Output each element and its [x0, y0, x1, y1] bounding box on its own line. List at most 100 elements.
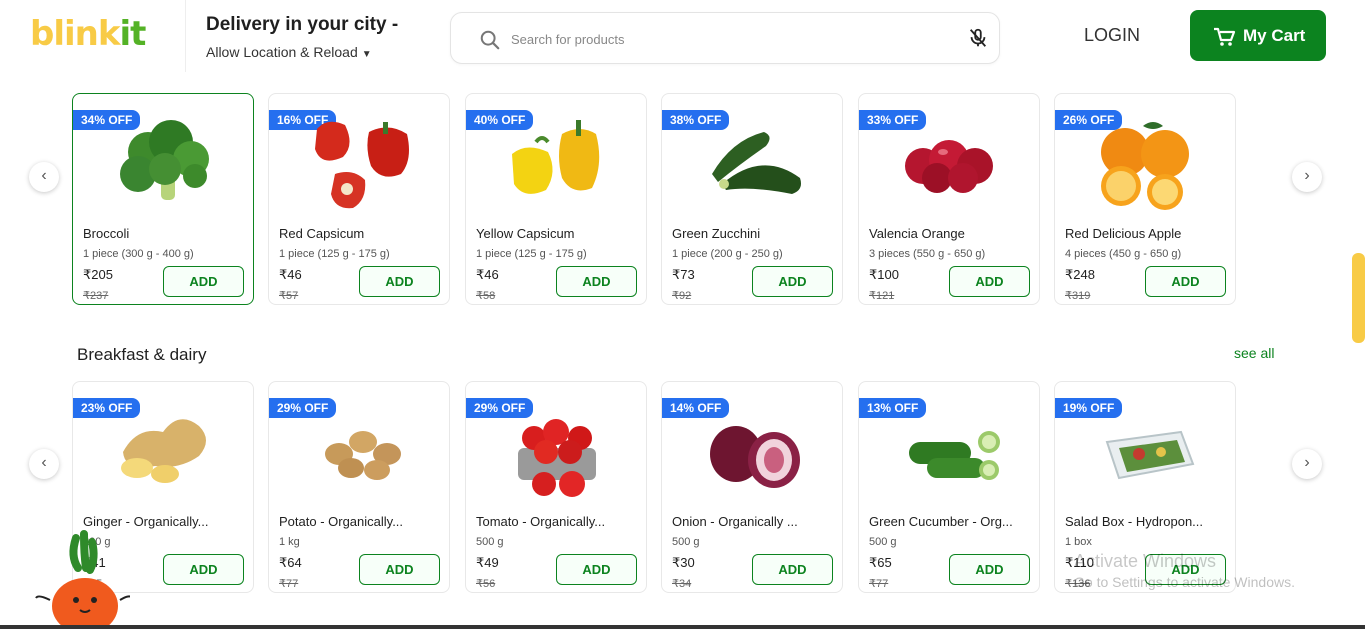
product-name: Green Zucchini — [672, 226, 761, 241]
product-price: ₹205 — [83, 267, 113, 282]
product-name: Valencia Orange — [869, 226, 965, 241]
product-mrp: ₹121 — [869, 290, 895, 302]
location-selector[interactable]: Allow Location & Reload ▼ — [206, 44, 372, 60]
add-button[interactable]: ADD — [1145, 266, 1226, 297]
orange-icon — [1101, 122, 1189, 210]
taskbar-strip — [0, 625, 1365, 629]
product-name: Salad Box - Hydropon... — [1065, 514, 1204, 529]
search-icon — [480, 30, 500, 50]
product-quantity: 1 box — [1065, 536, 1092, 548]
ginger-icon — [121, 419, 206, 483]
product-card[interactable]: 16% OFF Red Capsicum 1 piece (125 g - 17… — [268, 93, 450, 305]
product-price: ₹46 — [476, 267, 499, 282]
logo-part-2: it — [119, 14, 146, 54]
product-card[interactable]: 34% OFF Broccoli 1 piece (300 g - 400 g)… — [72, 93, 254, 305]
product-card[interactable]: 33% OFF Valencia Orange 3 pieces (550 g … — [858, 93, 1040, 305]
product-card[interactable]: 40% OFF Yellow Capsicum 1 piece (125 g -… — [465, 93, 647, 305]
activation-watermark-title: Activate Windows — [1074, 551, 1217, 571]
location-sub-label: Allow Location & Reload — [206, 44, 358, 60]
product-quantity: 1 piece (300 g - 400 g) — [83, 248, 194, 260]
product-mrp: ₹77 — [869, 578, 889, 590]
cart-label: My Cart — [1243, 26, 1306, 45]
page-scrollbar[interactable] — [1352, 253, 1365, 343]
my-cart-button[interactable]: My Cart — [1190, 10, 1326, 61]
product-quantity: 3 pieces (550 g - 650 g) — [869, 248, 986, 260]
product-mrp: ₹58 — [476, 290, 496, 302]
product-name: Onion - Organically ... — [672, 514, 798, 529]
add-button[interactable]: ADD — [359, 266, 440, 297]
apple-icon — [905, 140, 993, 193]
product-mrp: ₹57 — [279, 290, 299, 302]
tomato-icon — [518, 419, 596, 497]
product-price: ₹64 — [279, 555, 302, 570]
add-button[interactable]: ADD — [163, 554, 244, 585]
mic-off-icon[interactable] — [967, 27, 989, 49]
add-button[interactable]: ADD — [752, 266, 833, 297]
product-card[interactable]: 29% OFF Tomato - Organically... 500 g ₹4… — [465, 381, 647, 593]
caret-down-icon: ▼ — [361, 49, 372, 60]
salad-box-icon — [1105, 430, 1195, 480]
product-card[interactable]: 13% OFF Green Cucumber - Org... 500 g ₹6… — [858, 381, 1040, 593]
carousel-prev-button[interactable]: ‹ — [29, 162, 59, 192]
product-price: ₹248 — [1065, 267, 1095, 282]
carrot-mascot-icon[interactable] — [30, 528, 130, 629]
product-quantity: 1 kg — [279, 536, 300, 548]
broccoli-icon — [120, 120, 209, 200]
blinkit-logo[interactable]: blinkit — [30, 14, 146, 54]
product-mrp: ₹34 — [672, 578, 692, 590]
product-price: ₹65 — [869, 555, 892, 570]
carousel-prev-button-2[interactable]: ‹ — [29, 449, 59, 479]
location-title[interactable]: Delivery in your city - — [206, 14, 398, 36]
product-mrp: ₹319 — [1065, 290, 1091, 302]
product-quantity: 1 piece (200 g - 250 g) — [672, 248, 783, 260]
add-button[interactable]: ADD — [556, 266, 637, 297]
product-name: Broccoli — [83, 226, 130, 241]
product-quantity: 1 piece (125 g - 175 g) — [279, 248, 390, 260]
product-card[interactable]: 14% OFF Onion - Organically ... 500 g ₹3… — [661, 381, 843, 593]
yellow-capsicum-icon — [512, 120, 600, 194]
product-carousel-2: 23% OFF Ginger - Organically... 200 g ₹4… — [72, 381, 1242, 593]
activation-watermark-text: Go to Settings to activate Windows. — [1074, 574, 1295, 590]
search-placeholder: Search for products — [511, 32, 625, 47]
product-price: ₹49 — [476, 555, 499, 570]
product-name: Yellow Capsicum — [476, 226, 575, 241]
potato-icon — [325, 431, 401, 480]
section-title-breakfast: Breakfast & dairy — [77, 345, 207, 364]
login-button[interactable]: LOGIN — [1084, 25, 1140, 46]
product-mrp: ₹237 — [83, 290, 109, 302]
logo-part-1: blink — [30, 14, 120, 54]
product-quantity: 500 g — [869, 536, 897, 548]
cart-icon — [1214, 27, 1236, 46]
add-button[interactable]: ADD — [556, 554, 637, 585]
onion-icon — [710, 426, 800, 488]
product-carousel-1: 34% OFF Broccoli 1 piece (300 g - 400 g)… — [72, 93, 1242, 305]
search-bar[interactable]: Search for products — [450, 12, 1000, 64]
product-card[interactable]: 38% OFF Green Zucchini 1 piece (200 g - … — [661, 93, 843, 305]
add-button[interactable]: ADD — [163, 266, 244, 297]
see-all-link-breakfast[interactable]: see all — [1234, 345, 1274, 361]
product-name: Red Delicious Apple — [1065, 226, 1182, 241]
product-quantity: 4 pieces (450 g - 650 g) — [1065, 248, 1182, 260]
product-name: Tomato - Organically... — [476, 514, 606, 529]
add-button[interactable]: ADD — [949, 266, 1030, 297]
product-name: Red Capsicum — [279, 226, 365, 241]
product-card[interactable]: 26% OFF Red Delicious Apple 4 pieces (45… — [1054, 93, 1236, 305]
product-price: ₹73 — [672, 267, 695, 282]
product-price: ₹30 — [672, 555, 695, 570]
product-mrp: ₹77 — [279, 578, 299, 590]
carousel-next-button-2[interactable]: › — [1292, 449, 1322, 479]
product-price: ₹100 — [869, 267, 899, 282]
product-price: ₹46 — [279, 267, 302, 282]
product-quantity: 500 g — [672, 536, 700, 548]
product-quantity: 1 piece (125 g - 175 g) — [476, 248, 587, 260]
add-button[interactable]: ADD — [949, 554, 1030, 585]
add-button[interactable]: ADD — [752, 554, 833, 585]
cucumber-icon — [909, 431, 1000, 480]
product-name: Ginger - Organically... — [83, 514, 209, 529]
product-name: Green Cucumber - Org... — [869, 514, 1013, 529]
product-quantity: 500 g — [476, 536, 504, 548]
product-card[interactable]: 29% OFF Potato - Organically... 1 kg ₹64… — [268, 381, 450, 593]
add-button[interactable]: ADD — [359, 554, 440, 585]
red-capsicum-icon — [315, 121, 409, 209]
carousel-next-button[interactable]: › — [1292, 162, 1322, 192]
